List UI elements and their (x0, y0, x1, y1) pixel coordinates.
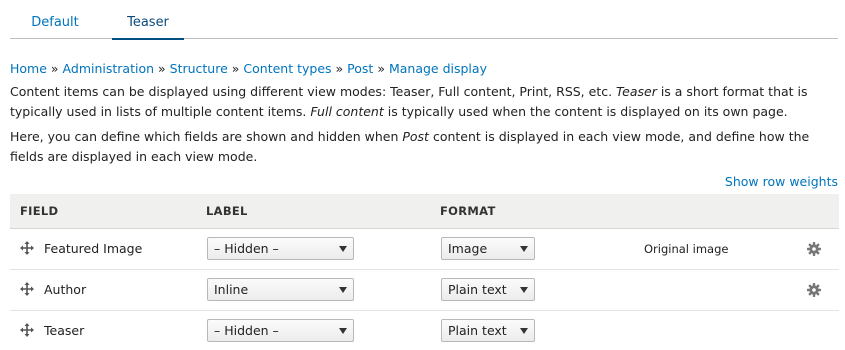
caret-down-icon (339, 328, 347, 334)
format-select-value: Plain text (448, 323, 507, 338)
description-emphasis: Full content (310, 104, 384, 119)
description-text: Here, you can define which fields are sh… (10, 129, 403, 144)
breadcrumb-separator: » (231, 61, 240, 76)
breadcrumb-administration-link[interactable]: Administration (63, 61, 154, 76)
breadcrumb-separator: » (50, 61, 59, 76)
caret-down-icon (339, 246, 347, 252)
breadcrumb: Home » Administration » Structure » Cont… (10, 61, 487, 77)
move-cross-icon[interactable] (20, 241, 34, 255)
description-text: is typically used when the content is di… (383, 104, 788, 119)
column-header-label: LABEL (206, 204, 248, 218)
format-select[interactable]: Plain text (441, 278, 535, 301)
move-cross-icon[interactable] (20, 282, 34, 296)
breadcrumb-separator: » (335, 61, 344, 76)
breadcrumb-separator: » (158, 61, 166, 76)
description-text: Content items can be displayed using dif… (10, 84, 617, 99)
gear-icon[interactable] (807, 242, 821, 256)
caret-down-icon (339, 287, 347, 293)
breadcrumb-content-types-link[interactable]: Content types (243, 61, 331, 76)
table-row: Teaser – Hidden – Plain text (10, 311, 839, 350)
breadcrumb-home-link[interactable]: Home (10, 61, 47, 76)
label-select-value: – Hidden – (214, 323, 279, 338)
field-name: Author (44, 282, 87, 297)
caret-down-icon (520, 287, 528, 293)
view-modes-description: Content items can be displayed using dif… (10, 82, 836, 122)
format-select[interactable]: Image (441, 237, 535, 260)
caret-down-icon (520, 328, 528, 334)
breadcrumb-separator: » (377, 61, 385, 76)
field-display-table: FIELD LABEL FORMAT Featured Image – Hidd… (10, 194, 839, 350)
fields-description: Here, you can define which fields are sh… (10, 127, 836, 167)
move-cross-icon[interactable] (20, 323, 34, 337)
field-name: Teaser (44, 323, 85, 338)
table-row: Author Inline Plain text (10, 270, 839, 311)
tab-teaser[interactable]: Teaser (112, 0, 184, 40)
show-row-weights-link[interactable]: Show row weights (725, 174, 838, 190)
breadcrumb-post-link[interactable]: Post (347, 61, 373, 76)
gear-icon[interactable] (807, 283, 821, 297)
description-emphasis: Teaser (616, 84, 657, 99)
label-select[interactable]: – Hidden – (207, 319, 354, 342)
format-select[interactable]: Plain text (441, 319, 535, 342)
description-emphasis: Post (402, 129, 429, 144)
caret-down-icon (520, 246, 528, 252)
column-header-format: FORMAT (440, 204, 496, 218)
format-select-value: Plain text (448, 282, 507, 297)
field-name: Featured Image (44, 241, 143, 256)
table-row: Featured Image – Hidden – Image Original… (10, 229, 839, 270)
label-select-value: Inline (214, 282, 249, 297)
label-select[interactable]: Inline (207, 278, 354, 301)
tab-default[interactable]: Default (10, 0, 100, 39)
format-summary: Original image (644, 242, 729, 256)
format-select-value: Image (448, 241, 488, 256)
breadcrumb-manage-display-link[interactable]: Manage display (389, 61, 487, 76)
column-header-field: FIELD (20, 204, 59, 218)
view-mode-tabs: Default Teaser (10, 0, 838, 40)
label-select-value: – Hidden – (214, 241, 279, 256)
label-select[interactable]: – Hidden – (207, 237, 354, 260)
breadcrumb-structure-link[interactable]: Structure (170, 61, 228, 76)
table-header: FIELD LABEL FORMAT (10, 194, 839, 229)
